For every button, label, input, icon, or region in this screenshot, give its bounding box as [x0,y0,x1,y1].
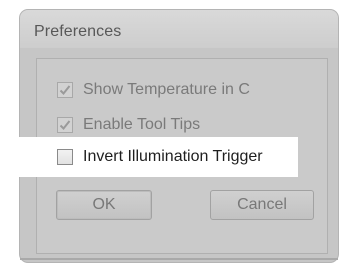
window-title: Preferences [34,23,122,40]
ok-button-label: OK [92,196,116,213]
title-bar[interactable]: Preferences [20,10,338,48]
show-temperature-label: Show Temperature in C [83,81,250,98]
enable-tooltips-label: Enable Tool Tips [83,116,201,133]
invert-illumination-checkbox[interactable] [57,149,73,165]
ok-button[interactable]: OK [56,190,152,220]
enable-tooltips-option[interactable]: Enable Tool Tips [57,112,200,138]
cancel-button[interactable]: Cancel [210,190,314,220]
enable-tooltips-checkbox[interactable] [57,117,73,133]
checkmark-icon [59,85,71,95]
cancel-button-label: Cancel [237,196,287,213]
dialog-bottom-edge [20,258,338,260]
checkmark-icon [59,120,71,130]
show-temperature-checkbox[interactable] [57,82,73,98]
invert-illumination-option[interactable]: Invert Illumination Trigger [57,144,263,170]
invert-illumination-label: Invert Illumination Trigger [83,148,263,165]
show-temperature-option[interactable]: Show Temperature in C [57,77,250,103]
